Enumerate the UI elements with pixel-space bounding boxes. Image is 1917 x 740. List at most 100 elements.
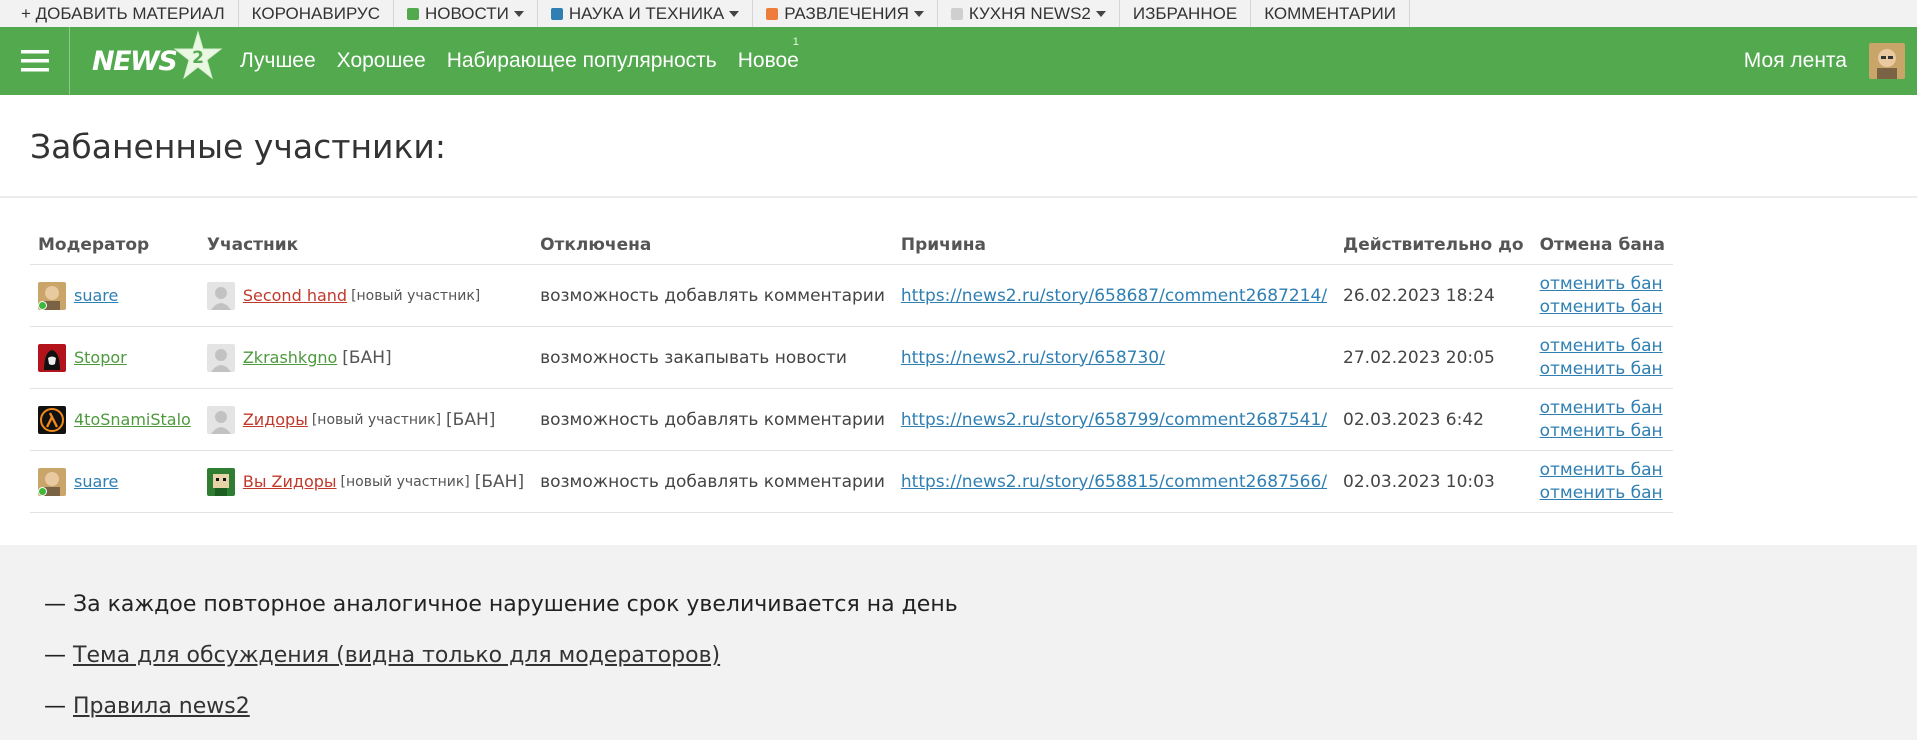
news-category-menu[interactable]: НОВОСТИ — [394, 0, 538, 27]
logo-text: NEWS — [92, 45, 178, 77]
unban-link[interactable]: отменить бан — [1540, 482, 1665, 505]
moderator-link[interactable]: Stopor — [74, 348, 127, 367]
note-dash: — — [44, 592, 66, 617]
my-feed-link[interactable]: Моя лента — [1744, 49, 1847, 73]
default-user-icon — [206, 281, 235, 310]
online-indicator — [38, 486, 47, 496]
disabled-cell: возможность закапывать новости — [532, 326, 893, 389]
cancel-cell: отменить бан отменить бан — [1531, 388, 1674, 451]
moderator-cell: suare — [30, 264, 199, 327]
member-avatar[interactable] — [206, 281, 235, 310]
science-category-label: НАУКА И ТЕХНИКА — [568, 3, 725, 23]
member-link[interactable]: Second hand — [243, 286, 347, 305]
unban-link[interactable]: отменить бан — [1540, 358, 1665, 381]
hamburger-icon — [20, 50, 49, 72]
moderator-link[interactable]: suare — [74, 472, 118, 491]
cancel-cell: отменить бан отменить бан — [1531, 326, 1674, 389]
moderator-topic-link[interactable]: Тема для обсуждения (видна только для мо… — [73, 643, 720, 668]
disabled-cell: возможность добавлять комментарии — [532, 264, 893, 327]
moderator-avatar[interactable] — [38, 343, 66, 372]
reason-cell: https://news2.ru/story/658730/ — [892, 326, 1336, 389]
site-logo[interactable]: NEWS 2 — [70, 27, 226, 95]
new-member-tag: [новый участник] — [340, 473, 470, 490]
member-link[interactable]: Вы Zидоры — [243, 472, 337, 491]
reason-link[interactable]: https://news2.ru/story/658730/ — [901, 348, 1165, 368]
rules-link[interactable]: Правила news2 — [73, 694, 250, 719]
member-avatar[interactable] — [206, 405, 235, 434]
che-portrait-icon — [38, 343, 66, 372]
online-indicator — [38, 300, 47, 310]
bans-table: Модератор Участник Отключена Причина Дей… — [30, 225, 1674, 513]
moderator-avatar[interactable] — [38, 467, 66, 496]
moderator-link[interactable]: suare — [74, 286, 118, 305]
menu-button[interactable] — [0, 27, 70, 95]
kitchen-color-dot — [950, 7, 963, 20]
unban-link[interactable]: отменить бан — [1540, 420, 1665, 443]
kitchen-category-menu[interactable]: КУХНЯ NEWS2 — [938, 0, 1120, 27]
moderator-cell: suare — [30, 450, 199, 513]
moderator-avatar[interactable] — [38, 405, 66, 434]
reason-cell: https://news2.ru/story/658799/comment268… — [892, 388, 1336, 451]
member-cell: Zkrashkgno [БАН] — [198, 326, 533, 389]
moderator-cell: 4toSnamiStalo — [30, 388, 199, 451]
col-member: Участник — [198, 225, 533, 265]
category-bar: + ДОБАВИТЬ МАТЕРИАЛ КОРОНАВИРУС НОВОСТИ … — [0, 0, 1917, 27]
unban-link[interactable]: отменить бан — [1540, 273, 1665, 296]
ban-tag: [БАН] — [342, 347, 392, 368]
science-category-menu[interactable]: НАУКА И ТЕХНИКА — [538, 0, 754, 27]
moderator-link[interactable]: 4toSnamiStalo — [74, 410, 191, 429]
caret-down-icon — [729, 10, 740, 17]
avatar[interactable] — [1869, 43, 1905, 79]
cancel-cell: отменить бан отменить бан — [1531, 264, 1674, 327]
add-material-link[interactable]: + ДОБАВИТЬ МАТЕРИАЛ — [8, 0, 239, 27]
disabled-cell: возможность добавлять комментарии — [532, 450, 893, 513]
comments-label: КОММЕНТАРИИ — [1264, 3, 1396, 23]
nav-best[interactable]: Лучшее — [240, 49, 316, 73]
comments-link[interactable]: КОММЕНТАРИИ — [1251, 0, 1410, 27]
unban-link[interactable]: отменить бан — [1540, 296, 1665, 319]
nav-new[interactable]: Новое 1 — [737, 36, 799, 73]
member-link[interactable]: Zkrashkgno — [243, 348, 337, 367]
user-face-icon — [1869, 43, 1905, 79]
kitchen-category-label: КУХНЯ NEWS2 — [968, 3, 1091, 23]
new-member-tag: [новый участник] — [311, 411, 442, 428]
favorites-link[interactable]: ИЗБРАННОЕ — [1120, 0, 1252, 27]
header-user-area: Моя лента — [1744, 27, 1905, 95]
title-divider — [0, 196, 1917, 198]
news-color-dot — [407, 7, 419, 20]
unban-link[interactable]: отменить бан — [1540, 335, 1665, 358]
fun-color-dot — [766, 7, 779, 20]
favorites-label: ИЗБРАННОЕ — [1132, 3, 1238, 23]
page-title: Забаненные участники: — [30, 127, 446, 166]
nav-new-label: Новое — [737, 49, 799, 72]
member-avatar[interactable] — [206, 343, 235, 372]
cancel-cell: отменить бан отменить бан — [1531, 450, 1674, 513]
caret-down-icon — [913, 10, 924, 17]
member-avatar[interactable] — [206, 467, 235, 496]
note-dash: — — [44, 694, 66, 719]
col-cancel: Отмена бана — [1531, 225, 1674, 265]
site-header: NEWS 2 Лучшее Хорошее Набирающее популяр… — [0, 27, 1917, 95]
moderator-avatar[interactable] — [38, 281, 66, 310]
until-cell: 02.03.2023 10:03 — [1335, 450, 1532, 513]
member-cell: Вы Zидоры [новый участник] [БАН] — [198, 450, 533, 513]
col-disabled: Отключена — [532, 225, 893, 265]
fun-category-menu[interactable]: РАЗВЛЕЧЕНИЯ — [753, 0, 938, 27]
default-user-icon — [206, 405, 235, 434]
nav-rising[interactable]: Набирающее популярность — [447, 49, 717, 73]
member-link[interactable]: Zидоры — [243, 410, 308, 429]
nav-good[interactable]: Хорошее — [337, 49, 426, 73]
add-material-label: + ДОБАВИТЬ МАТЕРИАЛ — [21, 3, 225, 23]
main-nav: Лучшее Хорошее Набирающее популярность Н… — [240, 36, 820, 73]
table-header-row: Модератор Участник Отключена Причина Дей… — [30, 225, 1674, 265]
lambda-icon — [38, 405, 66, 434]
coronavirus-link[interactable]: КОРОНАВИРУС — [239, 0, 394, 27]
reason-link[interactable]: https://news2.ru/story/658815/comment268… — [901, 472, 1327, 492]
note-topic: — Тема для обсуждения (видна только для … — [44, 638, 958, 689]
disabled-cell: возможность добавлять комментарии — [532, 388, 893, 451]
col-valid-until: Действительно до — [1335, 225, 1532, 265]
reason-link[interactable]: https://news2.ru/story/658799/comment268… — [901, 410, 1327, 430]
reason-link[interactable]: https://news2.ru/story/658687/comment268… — [901, 286, 1327, 306]
unban-link[interactable]: отменить бан — [1540, 397, 1665, 420]
unban-link[interactable]: отменить бан — [1540, 459, 1665, 482]
